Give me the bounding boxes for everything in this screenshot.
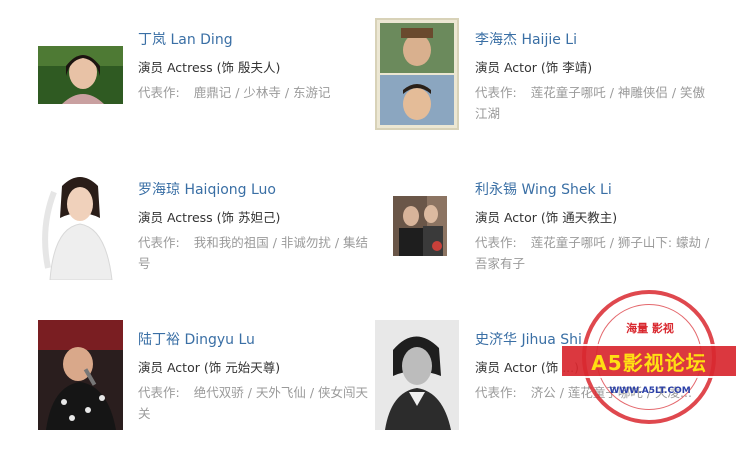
cast-name-link[interactable]: 李海杰 Haijie Li bbox=[475, 30, 715, 50]
cast-role: 演员 Actor (饰 元始天尊) bbox=[138, 360, 281, 375]
stamp-top-label: 海量 影视 bbox=[626, 322, 674, 335]
works-label: 代表作: bbox=[475, 385, 517, 400]
cast-photo[interactable] bbox=[375, 320, 459, 430]
cast-photo[interactable] bbox=[38, 320, 123, 430]
stamp-top-text: 海量 影视 bbox=[600, 320, 700, 336]
works-label: 代表作: bbox=[138, 385, 180, 400]
cast-card: 李海杰 Haijie Li 演员 Actor (饰 李靖) 代表作: 莲花童子哪吒… bbox=[375, 18, 710, 152]
cast-photo[interactable] bbox=[40, 168, 122, 280]
works-label: 代表作: bbox=[475, 235, 517, 250]
cast-role: 演员 Actor (饰 李靖) bbox=[475, 60, 593, 75]
cast-card: 利永锡 Wing Shek Li 演员 Actor (饰 通天教主) 代表作: 莲… bbox=[375, 172, 710, 302]
cast-works: 代表作: 鹿鼎记 / 少林寺 / 东游记 bbox=[138, 82, 378, 103]
cast-works: 代表作: 莲花童子哪吒 / 狮子山下: 蠓劫 / 吾家有子 bbox=[475, 232, 715, 274]
watermark-stamp: 海量 影视 A5影视论坛 WWW.A5LT.COM bbox=[560, 290, 740, 440]
stamp-url: WWW.A5LT.COM bbox=[609, 386, 691, 396]
cast-photo[interactable] bbox=[38, 46, 123, 104]
cast-role: 演员 Actress (饰 苏妲己) bbox=[138, 210, 281, 225]
cast-photo[interactable] bbox=[375, 18, 459, 130]
cast-photo[interactable] bbox=[393, 196, 447, 256]
cast-name-link[interactable]: 罗海琼 Haiqiong Luo bbox=[138, 180, 378, 200]
cast-role: 演员 Actress (饰 殷夫人) bbox=[138, 60, 281, 75]
cast-works: 代表作: 我和我的祖国 / 非诚勿扰 / 集结号 bbox=[138, 232, 378, 274]
cast-role: 演员 Actor (饰 通天教主) bbox=[475, 210, 618, 225]
stamp-banner: A5影视论坛 bbox=[560, 344, 738, 378]
works-label: 代表作: bbox=[138, 235, 180, 250]
cast-works: 代表作: 莲花童子哪吒 / 神雕侠侣 / 笑傲江湖 bbox=[475, 82, 715, 124]
cast-works: 代表作: 绝代双骄 / 天外飞仙 / 侠女闯天关 bbox=[138, 382, 378, 424]
cast-name-link[interactable]: 丁岚 Lan Ding bbox=[138, 30, 378, 50]
works-label: 代表作: bbox=[475, 85, 517, 100]
works-list[interactable]: 鹿鼎记 / 少林寺 / 东游记 bbox=[194, 85, 331, 100]
cast-card: 丁岚 Lan Ding 演员 Actress (饰 殷夫人) 代表作: 鹿鼎记 /… bbox=[38, 22, 373, 152]
cast-card: 陆丁裕 Dingyu Lu 演员 Actor (饰 元始天尊) 代表作: 绝代双骄… bbox=[38, 320, 373, 452]
cast-name-link[interactable]: 利永锡 Wing Shek Li bbox=[475, 180, 715, 200]
works-label: 代表作: bbox=[138, 85, 180, 100]
cast-card: 罗海琼 Haiqiong Luo 演员 Actress (饰 苏妲己) 代表作:… bbox=[38, 168, 373, 302]
cast-name-link[interactable]: 陆丁裕 Dingyu Lu bbox=[138, 330, 378, 350]
